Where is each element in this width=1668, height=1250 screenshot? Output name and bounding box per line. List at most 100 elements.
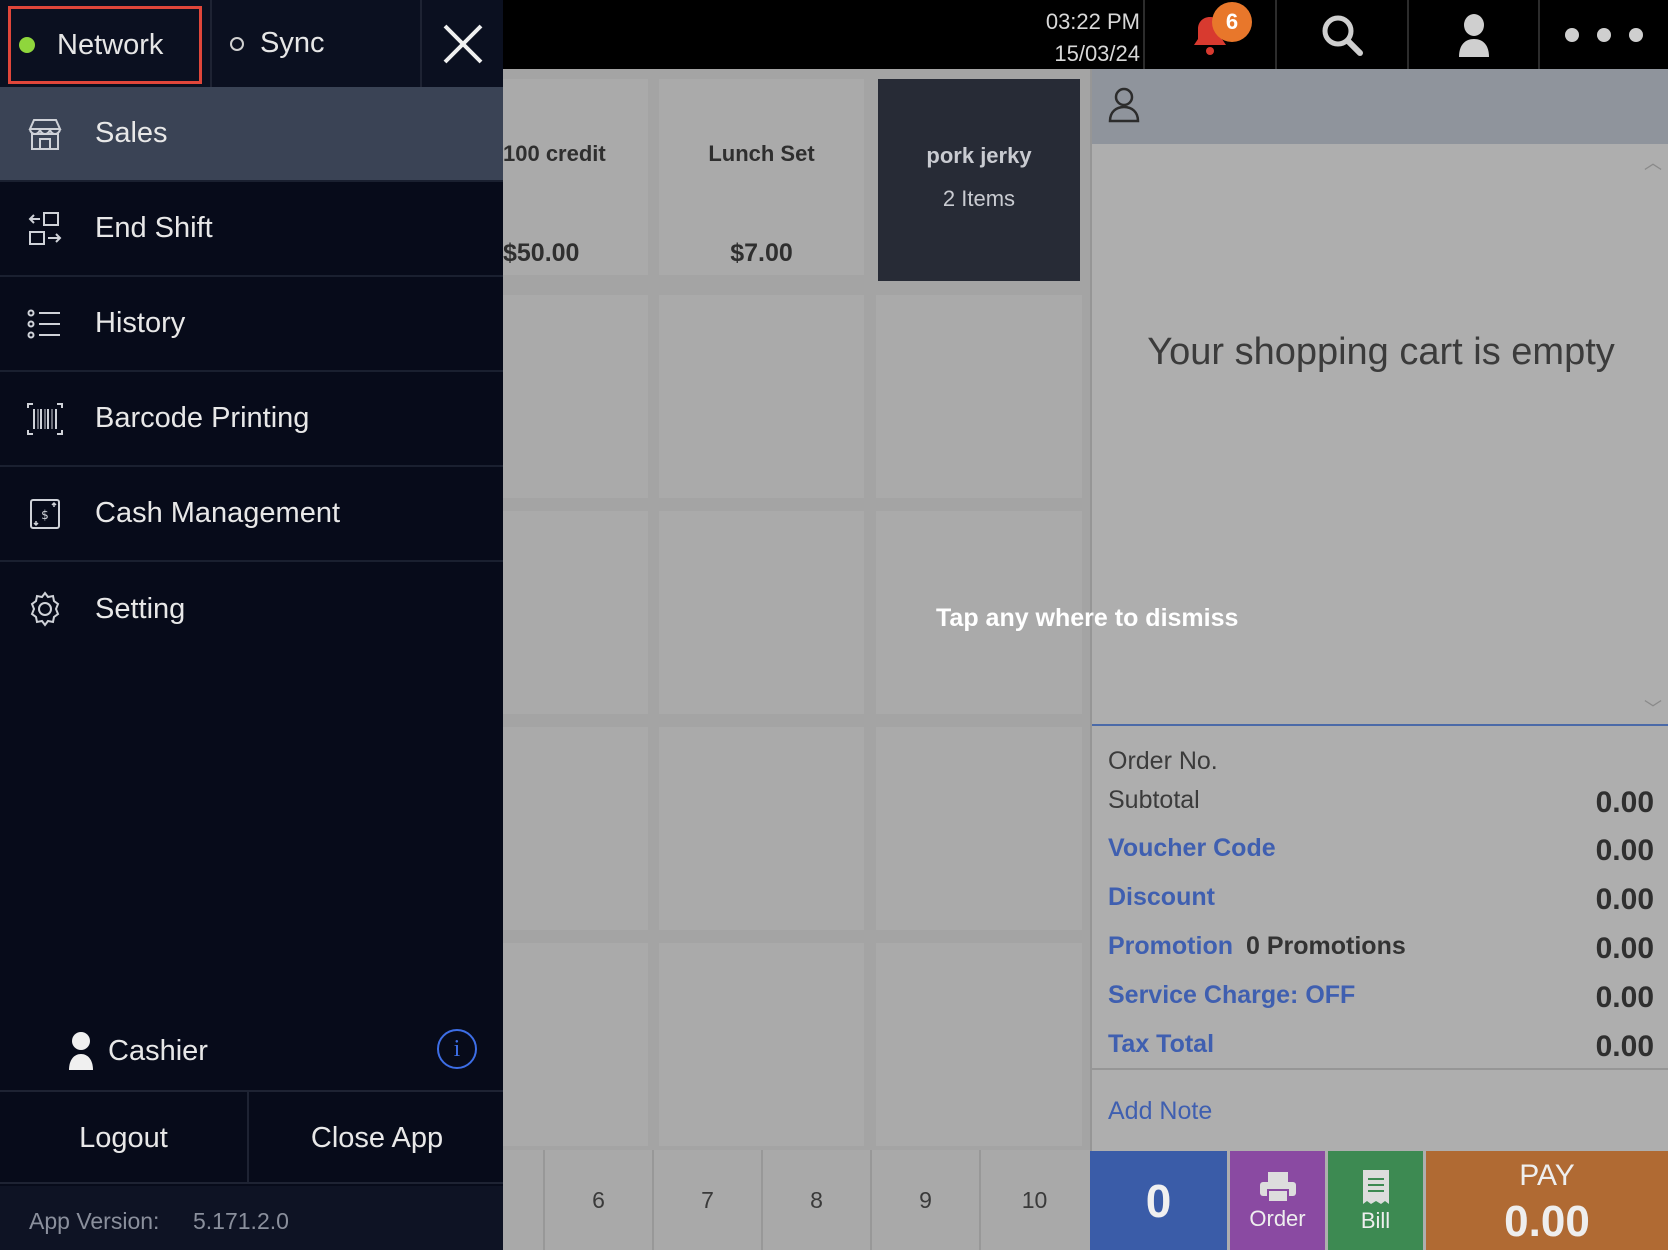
app-version: App Version: 5.171.2.0 xyxy=(0,1186,503,1250)
empty-tile[interactable] xyxy=(876,943,1082,1146)
side-drawer: Network Sync Sales End Shift History Bar… xyxy=(0,0,503,1250)
page-button[interactable]: 8 xyxy=(761,1150,870,1250)
tax-total-link[interactable]: Tax Total xyxy=(1108,1030,1214,1059)
voucher-code-link[interactable]: Voucher Code xyxy=(1108,834,1276,863)
empty-tile[interactable] xyxy=(659,727,864,930)
barcode-icon xyxy=(27,403,63,435)
subtotal-label: Subtotal xyxy=(1108,786,1200,814)
sync-button[interactable]: Sync xyxy=(210,0,422,87)
network-status-button[interactable]: Network xyxy=(8,6,202,84)
menu-label: Sales xyxy=(95,117,168,149)
user-icon xyxy=(1458,13,1489,57)
time-text: 03:22 PM xyxy=(1045,9,1140,34)
service-charge-value: 0.00 xyxy=(1595,981,1654,1014)
info-icon[interactable]: i xyxy=(437,1029,477,1069)
app-version-value: 5.171.2.0 xyxy=(193,1208,289,1234)
page-button[interactable]: 6 xyxy=(543,1150,652,1250)
list-icon xyxy=(27,309,60,339)
svg-text:$: $ xyxy=(41,508,49,522)
pay-button[interactable]: PAY 0.00 xyxy=(1426,1151,1668,1250)
menu-item-barcode-printing[interactable]: Barcode Printing xyxy=(0,372,503,467)
empty-tile[interactable] xyxy=(876,727,1082,930)
network-status-dot xyxy=(19,37,35,53)
customer-icon xyxy=(1108,87,1140,123)
user-role: Cashier xyxy=(108,1034,208,1067)
menu-item-history[interactable]: History xyxy=(0,277,503,372)
promotion-value: 0.00 xyxy=(1595,932,1654,965)
menu-item-end-shift[interactable]: End Shift xyxy=(0,182,503,277)
cart-empty-message: Your shopping cart is empty xyxy=(1147,331,1615,373)
quantity-button[interactable]: 0 xyxy=(1090,1151,1227,1250)
printer-icon xyxy=(1259,1171,1296,1203)
order-button[interactable]: Order xyxy=(1230,1151,1325,1250)
close-app-button[interactable]: Close App xyxy=(251,1092,503,1184)
clock: 03:22 PM 15/03/24 xyxy=(990,6,1140,70)
menu-item-sales[interactable]: Sales xyxy=(0,87,503,182)
menu-label: History xyxy=(95,307,186,339)
empty-tile[interactable] xyxy=(876,295,1082,498)
empty-tile[interactable] xyxy=(503,943,648,1146)
gear-icon xyxy=(30,591,60,627)
search-button[interactable] xyxy=(1275,0,1407,69)
menu-item-cash-management[interactable]: $ Cash Management xyxy=(0,467,503,562)
bill-button[interactable]: Bill xyxy=(1328,1151,1423,1250)
order-label: Order xyxy=(1249,1205,1306,1231)
notifications-button[interactable] xyxy=(1143,0,1275,69)
receipt-icon xyxy=(1362,1169,1389,1204)
product-name: Lunch Set xyxy=(708,141,815,166)
sync-label: Sync xyxy=(260,27,325,59)
logout-button[interactable]: Logout xyxy=(0,1092,249,1184)
product-tile[interactable]: 100 credit $50.00 xyxy=(503,79,648,275)
date-text: 15/03/24 xyxy=(1054,41,1140,66)
product-price: $50.00 xyxy=(503,239,580,267)
product-group-tile[interactable]: pork jerky 2 Items xyxy=(878,79,1080,281)
drawer-actions: Logout Close App xyxy=(0,1090,503,1184)
empty-tile[interactable] xyxy=(659,943,864,1146)
menu-label: Setting xyxy=(95,593,186,625)
user-icon xyxy=(69,1032,93,1070)
divider xyxy=(1092,1068,1668,1070)
product-tile[interactable]: Lunch Set $7.00 xyxy=(659,79,864,275)
sync-icon xyxy=(230,36,244,51)
page-button[interactable]: 7 xyxy=(652,1150,761,1250)
order-no-label: Order No. xyxy=(1108,747,1218,775)
scroll-down-icon[interactable]: ﹀ xyxy=(1644,695,1662,721)
search-icon xyxy=(1322,15,1363,56)
customer-header[interactable] xyxy=(1092,69,1668,144)
product-name: 100 credit xyxy=(503,141,606,166)
product-group-name: pork jerky xyxy=(926,143,1032,168)
divider xyxy=(1092,724,1668,726)
more-dots-icon xyxy=(1565,27,1643,42)
empty-tile[interactable] xyxy=(659,295,864,498)
tax-total-value: 0.00 xyxy=(1595,1030,1654,1063)
bill-label: Bill xyxy=(1360,1207,1391,1233)
page-button[interactable]: 10 xyxy=(979,1150,1088,1250)
menu-label: End Shift xyxy=(95,212,213,244)
promotion-link[interactable]: Promotion xyxy=(1108,932,1233,961)
app-version-label: App Version: xyxy=(29,1208,160,1234)
more-options-button[interactable] xyxy=(1538,0,1668,69)
discount-value: 0.00 xyxy=(1595,883,1654,916)
menu-item-setting[interactable]: Setting xyxy=(0,562,503,657)
dismiss-hint[interactable]: Tap any where to dismiss xyxy=(936,604,1238,633)
menu-label: Barcode Printing xyxy=(95,402,310,434)
promotion-count: 0 Promotions xyxy=(1246,932,1406,960)
page-button[interactable]: 9 xyxy=(870,1150,979,1250)
empty-tile[interactable] xyxy=(503,727,648,930)
add-note-link[interactable]: Add Note xyxy=(1108,1097,1212,1126)
close-icon xyxy=(443,24,482,63)
scroll-up-icon[interactable]: ︿ xyxy=(1644,149,1662,175)
pay-amount: 0.00 xyxy=(1504,1197,1590,1246)
cart-panel: ︿ Your shopping cart is empty ﹀ Order No… xyxy=(1090,69,1668,1250)
empty-tile[interactable] xyxy=(503,295,648,498)
close-drawer-button[interactable] xyxy=(422,0,503,87)
empty-tile[interactable] xyxy=(503,511,648,714)
service-charge-link[interactable]: Service Charge: OFF xyxy=(1108,981,1355,1010)
end-shift-icon xyxy=(28,212,62,245)
product-price: $7.00 xyxy=(730,239,793,267)
discount-link[interactable]: Discount xyxy=(1108,883,1215,912)
empty-tile[interactable] xyxy=(659,511,864,714)
subtotal-value: 0.00 xyxy=(1595,786,1654,819)
user-button[interactable] xyxy=(1407,0,1538,69)
product-group-count: 2 Items xyxy=(942,186,1016,211)
